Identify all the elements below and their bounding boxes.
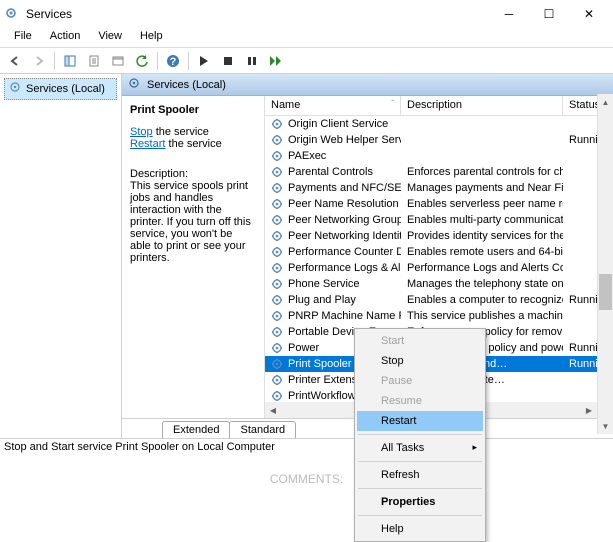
titlebar: Services ─ ☐ ✕: [0, 0, 613, 28]
menu-view[interactable]: View: [90, 28, 130, 47]
menu-action[interactable]: Action: [42, 28, 89, 47]
services-tree-icon: [9, 81, 22, 97]
scroll-down-icon[interactable]: ▼: [598, 418, 613, 434]
comments-label: COMMENTS:: [0, 472, 613, 486]
stop-suffix: the service: [153, 126, 209, 138]
minimize-button[interactable]: ─: [489, 1, 529, 27]
start-service-button[interactable]: [193, 50, 215, 72]
properties-button[interactable]: [107, 50, 129, 72]
close-button[interactable]: ✕: [569, 1, 609, 27]
stop-link[interactable]: Stop: [130, 126, 153, 138]
scroll-left-icon[interactable]: ◀: [265, 402, 281, 418]
svg-text:?: ?: [170, 56, 177, 68]
show-hide-tree-button[interactable]: [59, 50, 81, 72]
description-text: This service spools print jobs and handl…: [130, 180, 256, 264]
column-description[interactable]: Description: [401, 96, 563, 115]
ctx-stop[interactable]: Stop: [357, 351, 483, 371]
tab-extended[interactable]: Extended: [162, 421, 230, 438]
toolbar: ?: [0, 48, 613, 74]
tree-panel: Services (Local): [0, 74, 122, 438]
menu-help[interactable]: Help: [132, 28, 171, 47]
restart-link[interactable]: Restart: [130, 138, 165, 150]
list-header: Name ˆ Description Status: [265, 96, 613, 116]
pause-service-button[interactable]: [241, 50, 263, 72]
services-header-icon: [128, 77, 141, 93]
ctx-properties[interactable]: Properties: [357, 492, 483, 512]
content-header: Services (Local): [122, 74, 613, 96]
restart-service-button[interactable]: [265, 50, 287, 72]
scroll-right-icon[interactable]: ▶: [581, 402, 597, 418]
main-area: Services (Local) Services (Local) Print …: [0, 74, 613, 438]
scroll-up-icon[interactable]: ▲: [598, 94, 613, 110]
ctx-help[interactable]: Help: [357, 519, 483, 539]
export-list-button[interactable]: [83, 50, 105, 72]
menubar: File Action View Help: [0, 28, 613, 48]
back-button[interactable]: [4, 50, 26, 72]
refresh-button[interactable]: [131, 50, 153, 72]
ctx-resume: Resume: [357, 391, 483, 411]
ctx-all-tasks[interactable]: All Tasks: [357, 438, 483, 458]
forward-button[interactable]: [28, 50, 50, 72]
statusbar: Stop and Start service Print Spooler on …: [0, 438, 613, 458]
restart-suffix: the service: [165, 138, 221, 150]
window-title: Services: [26, 7, 489, 21]
detail-pane: Print Spooler Stop the service Restart t…: [122, 96, 264, 418]
vertical-scrollbar[interactable]: ▲ ▼: [597, 94, 613, 434]
tab-standard[interactable]: Standard: [229, 421, 296, 438]
selected-service-name: Print Spooler: [130, 104, 256, 116]
stop-service-button[interactable]: [217, 50, 239, 72]
content-header-text: Services (Local): [147, 79, 226, 91]
ctx-start: Start: [357, 331, 483, 351]
ctx-refresh[interactable]: Refresh: [357, 465, 483, 485]
help-button[interactable]: ?: [162, 50, 184, 72]
context-menu: Start Stop Pause Resume Restart All Task…: [354, 328, 486, 542]
menu-file[interactable]: File: [6, 28, 40, 47]
description-label: Description:: [130, 168, 256, 180]
tree-services-local[interactable]: Services (Local): [4, 78, 117, 100]
ctx-restart[interactable]: Restart: [357, 411, 483, 431]
maximize-button[interactable]: ☐: [529, 1, 569, 27]
column-name[interactable]: Name ˆ: [265, 96, 401, 115]
services-app-icon: [4, 6, 20, 22]
scroll-thumb[interactable]: [599, 274, 612, 310]
tree-root-label: Services (Local): [26, 83, 105, 95]
ctx-pause: Pause: [357, 371, 483, 391]
